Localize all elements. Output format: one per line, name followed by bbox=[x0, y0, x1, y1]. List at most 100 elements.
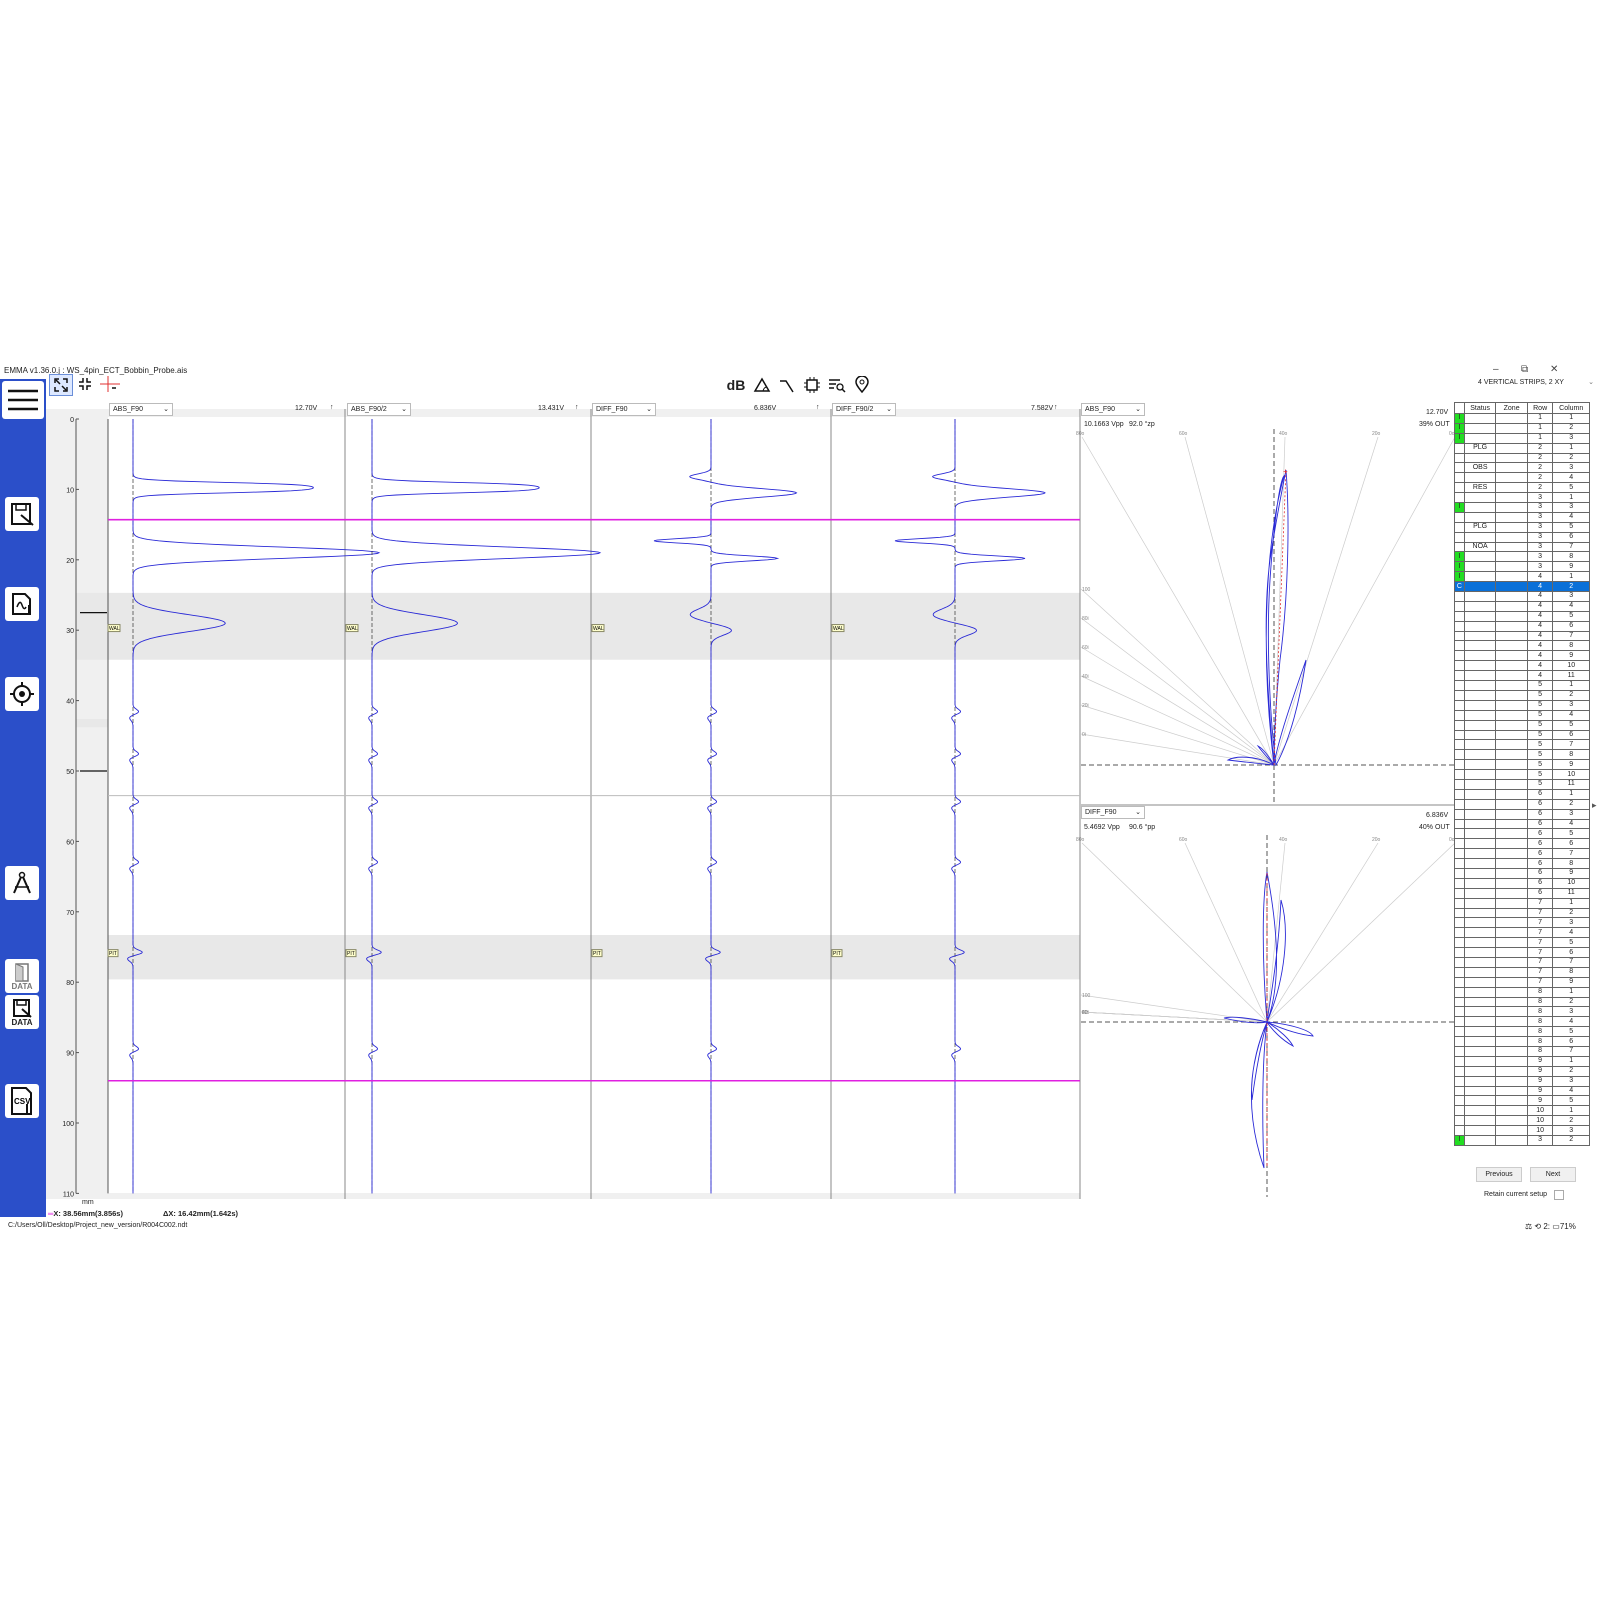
tube-row[interactable]: I 13 bbox=[1454, 432, 1590, 444]
retain-setup-checkbox[interactable] bbox=[1554, 1190, 1564, 1200]
tube-row[interactable]: C 42 bbox=[1454, 581, 1590, 593]
tube-row[interactable]: 68 bbox=[1454, 858, 1590, 869]
tube-row[interactable]: 55 bbox=[1454, 719, 1590, 731]
tube-flag-cell bbox=[1454, 808, 1465, 820]
tube-row[interactable]: 36 bbox=[1454, 531, 1590, 543]
tube-row[interactable]: 5 10 bbox=[1454, 769, 1590, 780]
tube-row[interactable]: I 11 bbox=[1454, 413, 1590, 424]
xy1-channel-select[interactable]: ABS_F90 ⌄ bbox=[1081, 403, 1145, 416]
strip-channel-select-3[interactable]: DIFF_F90 ⌄ bbox=[592, 403, 656, 416]
tube-row[interactable]: 63 bbox=[1454, 808, 1590, 820]
tube-row[interactable]: 10 3 bbox=[1454, 1125, 1590, 1137]
tube-row[interactable]: 76 bbox=[1454, 947, 1590, 958]
tube-row[interactable]: I 32 bbox=[1454, 1135, 1590, 1146]
tube-row[interactable]: 46 bbox=[1454, 620, 1590, 632]
tube-row[interactable]: 66 bbox=[1454, 838, 1590, 850]
tube-row[interactable]: 77 bbox=[1454, 956, 1590, 968]
tube-row[interactable]: 74 bbox=[1454, 927, 1590, 939]
tube-row[interactable]: 49 bbox=[1454, 650, 1590, 662]
xy-angle-label: 20i bbox=[1082, 703, 1089, 709]
tube-row[interactable]: 71 bbox=[1454, 897, 1590, 909]
strip-channel-select-4[interactable]: DIFF_F90/2 ⌄ bbox=[832, 403, 896, 416]
tube-row[interactable]: 56 bbox=[1454, 729, 1590, 741]
tube-row[interactable]: 82 bbox=[1454, 996, 1590, 1008]
tube-row[interactable]: NOA 3 7 bbox=[1454, 541, 1590, 553]
tube-row[interactable]: 87 bbox=[1454, 1046, 1590, 1057]
tube-row[interactable]: 93 bbox=[1454, 1075, 1590, 1087]
panel-expand-arrow-icon[interactable]: ▸ bbox=[1592, 800, 1597, 811]
tube-row[interactable]: 58 bbox=[1454, 749, 1590, 761]
zone-column-header[interactable]: Zone bbox=[1495, 402, 1528, 414]
tube-row[interactable]: 85 bbox=[1454, 1026, 1590, 1038]
tube-row[interactable]: PLG 2 1 bbox=[1454, 442, 1590, 454]
tube-row[interactable]: 95 bbox=[1454, 1095, 1590, 1107]
tube-row[interactable]: 10 2 bbox=[1454, 1115, 1590, 1127]
tube-status-cell bbox=[1463, 1055, 1497, 1067]
tube-row[interactable]: OBS 2 3 bbox=[1454, 462, 1590, 474]
tube-row[interactable]: I 12 bbox=[1454, 422, 1590, 434]
tube-row[interactable]: 92 bbox=[1454, 1065, 1590, 1077]
column-column-header[interactable]: Column bbox=[1552, 402, 1590, 414]
tube-row[interactable]: 81 bbox=[1454, 986, 1590, 998]
tube-row[interactable]: 22 bbox=[1454, 452, 1590, 464]
tube-row[interactable]: 83 bbox=[1454, 1006, 1590, 1018]
strip-channel-select-1[interactable]: ABS_F90 ⌄ bbox=[109, 403, 173, 416]
tube-row[interactable]: 79 bbox=[1454, 976, 1590, 988]
tube-row[interactable]: 4 11 bbox=[1454, 670, 1590, 682]
tube-row[interactable]: 54 bbox=[1454, 709, 1590, 721]
tube-row[interactable]: 67 bbox=[1454, 848, 1590, 860]
tube-row[interactable]: I 39 bbox=[1454, 561, 1590, 573]
tube-row[interactable]: 65 bbox=[1454, 828, 1590, 840]
tube-zone-cell bbox=[1495, 996, 1528, 1008]
status-column-header[interactable]: Status bbox=[1463, 402, 1497, 414]
tube-row[interactable]: 45 bbox=[1454, 610, 1590, 622]
tube-row[interactable]: 24 bbox=[1454, 472, 1590, 484]
tube-row[interactable]: 91 bbox=[1454, 1055, 1590, 1067]
tube-zone-cell bbox=[1495, 432, 1528, 444]
next-button[interactable]: Next bbox=[1530, 1167, 1576, 1182]
tube-row[interactable]: 75 bbox=[1454, 937, 1590, 949]
tube-row[interactable]: PLG 3 5 bbox=[1454, 521, 1590, 533]
strip-pin-icon-2[interactable]: ↑ bbox=[575, 404, 579, 411]
strip-pin-icon-1[interactable]: ↑ bbox=[330, 404, 334, 411]
tube-row[interactable]: 64 bbox=[1454, 818, 1590, 830]
strip-channel-select-2[interactable]: ABS_F90/2 ⌄ bbox=[347, 403, 411, 416]
tube-row[interactable]: 53 bbox=[1454, 699, 1590, 711]
tube-row[interactable]: 52 bbox=[1454, 689, 1590, 701]
tube-row[interactable]: 72 bbox=[1454, 907, 1590, 919]
tube-row[interactable]: 78 bbox=[1454, 966, 1590, 978]
tube-row[interactable]: 57 bbox=[1454, 739, 1590, 751]
tube-row[interactable]: 34 bbox=[1454, 511, 1590, 523]
tube-zone-cell bbox=[1495, 749, 1528, 761]
tube-row[interactable]: 59 bbox=[1454, 759, 1590, 771]
tube-row[interactable]: 47 bbox=[1454, 630, 1590, 642]
tube-row[interactable]: RES 2 5 bbox=[1454, 482, 1590, 494]
tube-row[interactable]: 61 bbox=[1454, 788, 1590, 800]
tube-row[interactable]: 69 bbox=[1454, 867, 1590, 879]
strip-pin-icon-4[interactable]: ↑ bbox=[1054, 404, 1058, 411]
strip-pin-icon-3[interactable]: ↑ bbox=[816, 404, 820, 411]
tube-row[interactable]: 84 bbox=[1454, 1016, 1590, 1028]
row-column-header[interactable]: Row bbox=[1526, 402, 1554, 414]
xy2-channel-select[interactable]: DIFF_F90 ⌄ bbox=[1081, 806, 1145, 819]
tube-row[interactable]: I 33 bbox=[1454, 502, 1590, 513]
tube-row[interactable]: 48 bbox=[1454, 640, 1590, 652]
tube-row[interactable]: I 41 bbox=[1454, 571, 1590, 583]
tube-row[interactable]: 6 11 bbox=[1454, 887, 1590, 899]
tube-row[interactable]: 73 bbox=[1454, 917, 1590, 929]
tube-row[interactable]: 86 bbox=[1454, 1036, 1590, 1047]
tube-row[interactable]: 4 10 bbox=[1454, 660, 1590, 672]
tube-flag-cell: I bbox=[1454, 1135, 1465, 1146]
previous-button[interactable]: Previous bbox=[1476, 1167, 1522, 1182]
tube-row[interactable]: 10 1 bbox=[1454, 1105, 1590, 1117]
tube-row[interactable]: 94 bbox=[1454, 1085, 1590, 1097]
tube-row[interactable]: 44 bbox=[1454, 600, 1590, 612]
tube-row[interactable]: I 38 bbox=[1454, 551, 1590, 563]
tube-row[interactable]: 51 bbox=[1454, 680, 1590, 691]
tube-flag-cell: I bbox=[1454, 571, 1465, 583]
tube-row[interactable]: 62 bbox=[1454, 798, 1590, 810]
tube-row[interactable]: 5 11 bbox=[1454, 778, 1590, 790]
tube-row[interactable]: 6 10 bbox=[1454, 877, 1590, 889]
tube-row[interactable]: 43 bbox=[1454, 591, 1590, 602]
tube-row[interactable]: 31 bbox=[1454, 492, 1590, 504]
